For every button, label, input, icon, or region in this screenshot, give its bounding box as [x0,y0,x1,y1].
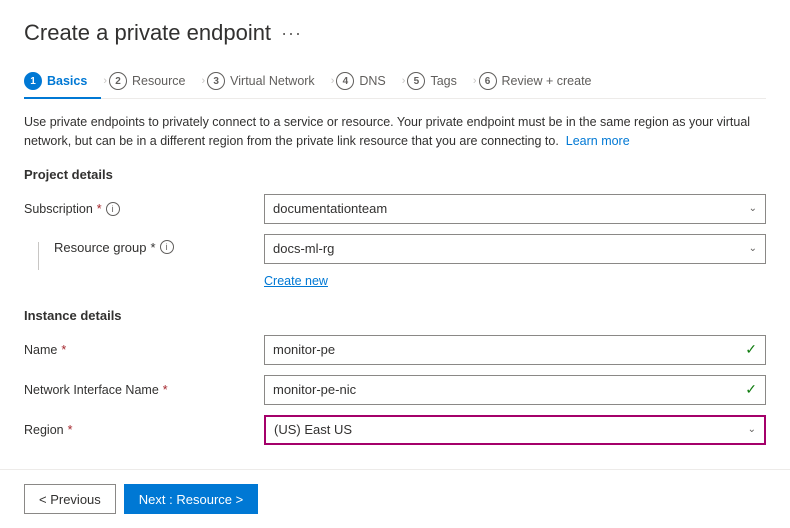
region-required: * [68,423,73,437]
network-interface-control: monitor-pe-nic ✓ [264,375,766,405]
region-row: Region * (US) East US ⌄ [24,415,766,445]
wizard-tabs: 1 Basics › 2 Resource › 3 Virtual Networ… [24,64,766,99]
create-new-link[interactable]: Create new [264,274,766,288]
name-value: monitor-pe [273,342,335,357]
previous-button[interactable]: < Previous [24,484,116,514]
name-row: Name * monitor-pe ✓ [24,335,766,365]
tab-sep-1: › [103,75,107,87]
tab-number-basics: 1 [24,72,42,90]
tab-tags[interactable]: 5 Tags [407,64,470,98]
subscription-dropdown[interactable]: documentationteam ⌄ [264,194,766,224]
network-interface-row: Network Interface Name * monitor-pe-nic … [24,375,766,405]
tab-resource[interactable]: 2 Resource [109,64,200,98]
tab-number-dns: 4 [336,72,354,90]
tab-label-vnet: Virtual Network [230,74,315,88]
footer-bar: < Previous Next : Resource > [0,469,790,528]
region-dropdown[interactable]: (US) East US ⌄ [264,415,766,445]
tab-virtual-network[interactable]: 3 Virtual Network [207,64,329,98]
nic-check-icon: ✓ [745,381,757,398]
page-title: Create a private endpoint [24,20,271,46]
tab-label-basics: Basics [47,74,87,88]
tab-label-review: Review + create [502,74,592,88]
project-details-title: Project details [24,167,766,182]
rg-chevron-icon: ⌄ [749,243,757,254]
resource-group-value: docs-ml-rg [273,241,334,256]
network-interface-label: Network Interface Name * [24,383,264,397]
nic-required: * [163,383,168,397]
region-control: (US) East US ⌄ [264,415,766,445]
tab-sep-2: › [201,75,205,87]
subscription-chevron-icon: ⌄ [749,203,757,214]
name-dropdown[interactable]: monitor-pe ✓ [264,335,766,365]
tab-number-tags: 5 [407,72,425,90]
subscription-label: Subscription * i [24,202,264,216]
learn-more-link[interactable]: Learn more [566,134,630,148]
network-interface-dropdown[interactable]: monitor-pe-nic ✓ [264,375,766,405]
tab-sep-3: › [331,75,335,87]
tab-number-review: 6 [479,72,497,90]
subscription-value: documentationteam [273,201,387,216]
name-required: * [61,343,66,357]
name-label: Name * [24,343,264,357]
resource-group-row: Resource group * i docs-ml-rg ⌄ [24,234,766,270]
project-details-section: Project details Subscription * i documen… [24,167,766,288]
rg-indent [24,234,54,270]
instance-details-section: Instance details Name * monitor-pe ✓ Net… [24,308,766,445]
name-check-icon: ✓ [745,341,757,358]
next-button[interactable]: Next : Resource > [124,484,258,514]
resource-group-dropdown[interactable]: docs-ml-rg ⌄ [264,234,766,264]
instance-details-title: Instance details [24,308,766,323]
tab-basics[interactable]: 1 Basics [24,64,101,98]
subscription-required: * [97,202,102,216]
more-options-icon[interactable]: ··· [281,23,302,44]
rg-required: * [151,240,156,255]
tab-dns[interactable]: 4 DNS [336,64,399,98]
rg-indent-line [38,242,39,270]
resource-group-control: docs-ml-rg ⌄ [264,234,766,264]
subscription-row: Subscription * i documentationteam ⌄ [24,194,766,224]
tab-number-resource: 2 [109,72,127,90]
rg-info-icon[interactable]: i [160,240,174,254]
tab-label-resource: Resource [132,74,186,88]
name-control: monitor-pe ✓ [264,335,766,365]
tab-label-dns: DNS [359,74,385,88]
subscription-info-icon[interactable]: i [106,202,120,216]
tab-review-create[interactable]: 6 Review + create [479,64,606,98]
resource-group-label: Resource group [54,240,147,255]
subscription-control: documentationteam ⌄ [264,194,766,224]
info-text-content: Use private endpoints to privately conne… [24,115,750,148]
region-chevron-icon: ⌄ [748,424,756,435]
info-paragraph: Use private endpoints to privately conne… [24,113,766,151]
resource-group-label-col: Resource group * i [54,234,264,255]
region-label: Region * [24,423,264,437]
region-value: (US) East US [274,422,352,437]
tab-label-tags: Tags [430,74,456,88]
tab-sep-4: › [402,75,406,87]
tab-sep-5: › [473,75,477,87]
tab-number-vnet: 3 [207,72,225,90]
network-interface-value: monitor-pe-nic [273,382,356,397]
